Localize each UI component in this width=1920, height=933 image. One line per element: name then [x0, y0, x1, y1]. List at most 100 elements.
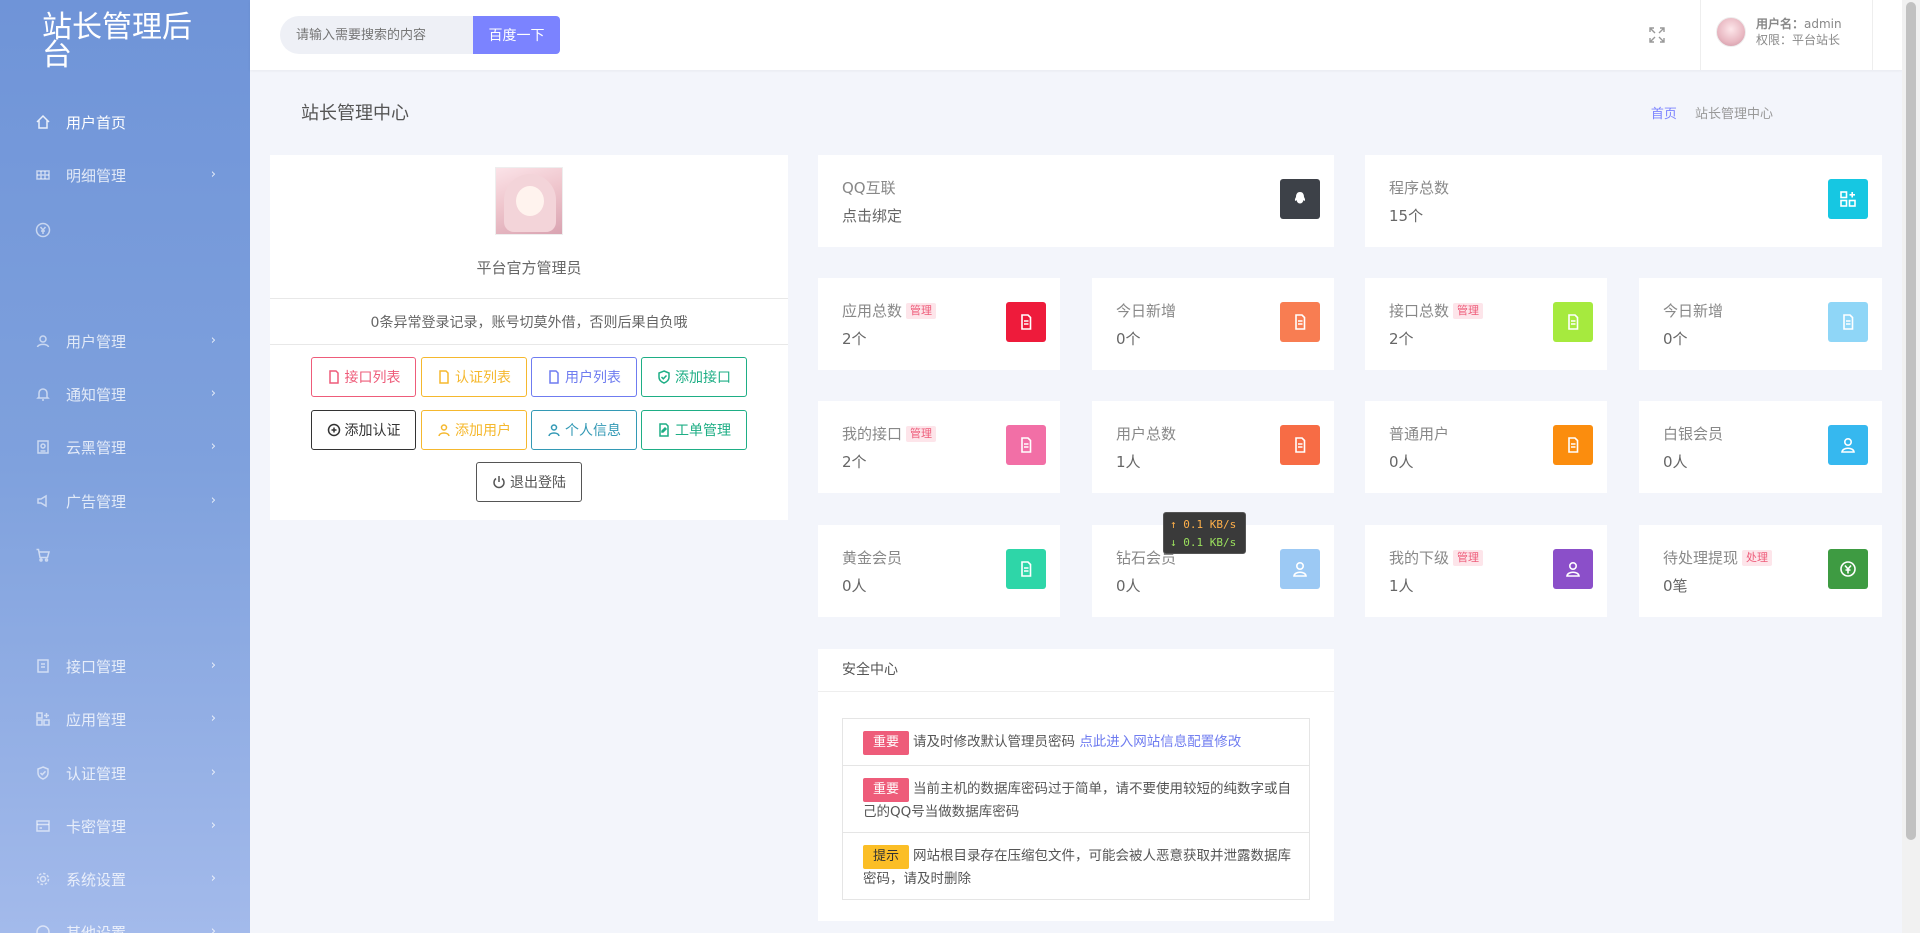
stat-value: 2个	[1389, 330, 1414, 348]
sidebar-item-api[interactable]: 接口管理 ›	[0, 646, 250, 686]
sidebar-item-settings[interactable]: 系统设置 ›	[0, 859, 250, 899]
stat-label: QQ互联	[842, 179, 896, 197]
sidebar: 站长管理后台 用户首页 明细管理 › 用户管理 › 通知管理 › 云黑管理 › …	[0, 0, 250, 933]
stat-card-apps-total[interactable]: 应用总数 管理 2个	[818, 278, 1060, 370]
stat-card-qq[interactable]: QQ互联 点击绑定	[818, 155, 1334, 247]
power-icon	[493, 476, 505, 489]
stat-value: 15个	[1389, 207, 1424, 225]
list-item: 重要 请及时修改默认管理员密码 点此进入网站信息配置修改	[843, 719, 1309, 766]
stat-card-api-total[interactable]: 接口总数 管理 2个	[1365, 278, 1607, 370]
chevron-right-icon: ›	[210, 711, 216, 726]
stat-card-gold[interactable]: 黄金会员 0人	[818, 525, 1060, 617]
api-list-button[interactable]: 接口列表	[311, 357, 416, 397]
auth-list-button[interactable]: 认证列表	[421, 357, 527, 397]
user-list-button[interactable]: 用户列表	[531, 357, 637, 397]
sidebar-item-auth[interactable]: 认证管理 ›	[0, 753, 250, 793]
stat-label: 我的下级	[1389, 549, 1450, 567]
file-icon	[549, 370, 559, 384]
stat-value: 0人	[1663, 453, 1688, 471]
file-icon	[1828, 302, 1868, 342]
add-user-button[interactable]: 添加用户	[421, 410, 527, 450]
stat-card-pending-withdraw[interactable]: 待处理提现 处理 0笔	[1639, 525, 1882, 617]
stat-card-subordinates[interactable]: 我的下级 管理 1人	[1365, 525, 1607, 617]
user-menu[interactable]: 用户名：admin 权限：平台站长	[1716, 16, 1842, 48]
qq-icon	[1280, 179, 1320, 219]
stat-card-today-new-apps[interactable]: 今日新增 0个	[1092, 278, 1334, 370]
add-api-button[interactable]: 添加接口	[641, 357, 747, 397]
stat-card-programs[interactable]: 程序总数 15个	[1365, 155, 1882, 247]
sidebar-item-other[interactable]: 其他设置 ›	[0, 912, 250, 933]
id-card-icon	[34, 438, 52, 456]
stat-card-silver[interactable]: 白银会员 0人	[1639, 401, 1882, 493]
manage-tag[interactable]: 管理	[906, 302, 937, 319]
chevron-right-icon: ›	[210, 765, 216, 780]
stat-label: 应用总数	[842, 302, 903, 320]
sidebar-item-notifications[interactable]: 通知管理 ›	[0, 374, 250, 414]
stat-label-wrap: 接口总数 管理	[1389, 300, 1484, 321]
tip-badge: 提示	[863, 845, 910, 869]
sidebar-item-apps[interactable]: 应用管理 ›	[0, 699, 250, 739]
security-text: 网站根目录存在压缩包文件，可能会被人恶意获取并泄露数据库密码，请及时删除	[863, 848, 1292, 887]
stat-label: 白银会员	[1663, 425, 1724, 443]
add-auth-button[interactable]: 添加认证	[311, 410, 416, 450]
search-input[interactable]	[280, 16, 473, 54]
stat-card-user-total[interactable]: 用户总数 1人	[1092, 401, 1334, 493]
sidebar-item-finance[interactable]	[0, 210, 250, 250]
download-speed: ↓ 0.1 KB/s	[1170, 536, 1237, 549]
button-label: 退出登陆	[510, 475, 566, 491]
avatar	[1716, 17, 1746, 47]
security-title: 安全中心	[818, 649, 1334, 692]
process-tag[interactable]: 处理	[1742, 549, 1773, 566]
home-icon	[34, 113, 52, 131]
sidebar-item-label: 明细管理	[66, 166, 127, 185]
sidebar-item-shop[interactable]	[0, 535, 250, 575]
shield-icon	[658, 370, 670, 384]
ticket-manage-button[interactable]: 工单管理	[641, 410, 747, 450]
role: 平台站长	[1792, 33, 1841, 47]
manage-tag[interactable]: 管理	[1453, 302, 1484, 319]
username: admin	[1804, 17, 1842, 31]
stat-value: 2个	[842, 453, 867, 471]
top-header: 百度一下 用户名：admin 权限：平台站长	[250, 0, 1902, 70]
stat-value: 0人	[842, 577, 867, 595]
brand-title: 站长管理后台	[42, 10, 192, 73]
button-label: 个人信息	[565, 423, 621, 439]
sidebar-item-users[interactable]: 用户管理 ›	[0, 321, 250, 361]
qq-bind-link[interactable]: 点击绑定	[842, 205, 902, 226]
stat-label-wrap: 我的下级 管理	[1389, 547, 1484, 568]
file-icon	[328, 370, 339, 384]
stat-card-normal-users[interactable]: 普通用户 0人	[1365, 401, 1607, 493]
manage-tag[interactable]: 管理	[1453, 549, 1484, 566]
stat-label: 待处理提现	[1663, 549, 1739, 567]
button-label: 用户列表	[565, 370, 621, 386]
manage-tag[interactable]: 管理	[906, 425, 937, 442]
security-text: 请及时修改默认管理员密码	[913, 734, 1080, 750]
edit-doc-icon	[659, 423, 669, 437]
sidebar-item-ads[interactable]: 广告管理 ›	[0, 481, 250, 521]
sidebar-item-blacklist[interactable]: 云黑管理 ›	[0, 427, 250, 467]
stat-card-my-api[interactable]: 我的接口 管理 2个	[818, 401, 1060, 493]
sidebar-item-label: 卡密管理	[66, 817, 127, 836]
file-icon	[439, 370, 449, 384]
shield-icon	[34, 764, 52, 782]
page-scrollbar[interactable]	[1902, 0, 1920, 933]
sidebar-item-details[interactable]: 明细管理 ›	[0, 155, 250, 195]
chevron-right-icon: ›	[210, 871, 216, 886]
user-icon	[1280, 549, 1320, 589]
config-link[interactable]: 点此进入网站信息配置修改	[1079, 734, 1241, 750]
chevron-right-icon: ›	[210, 818, 216, 833]
personal-info-button[interactable]: 个人信息	[531, 410, 637, 450]
sidebar-item-cards[interactable]: 卡密管理 ›	[0, 806, 250, 846]
stat-value: 0笔	[1663, 577, 1688, 595]
logout-button[interactable]: 退出登陆	[476, 462, 582, 502]
stat-label: 黄金会员	[842, 549, 903, 567]
stat-card-today-new-api[interactable]: 今日新增 0个	[1639, 278, 1882, 370]
sidebar-item-home[interactable]: 用户首页	[0, 102, 250, 142]
list-icon	[34, 166, 52, 184]
fullscreen-icon[interactable]	[1647, 25, 1667, 45]
breadcrumb-home[interactable]: 首页	[1651, 107, 1677, 122]
security-text: 当前主机的数据库密码过于简单，请不要使用较短的纯数字或自己的QQ号当做数据库密码	[863, 781, 1292, 820]
search-button[interactable]: 百度一下	[473, 16, 560, 54]
important-badge: 重要	[863, 731, 910, 755]
scrollbar-thumb[interactable]	[1906, 2, 1916, 840]
